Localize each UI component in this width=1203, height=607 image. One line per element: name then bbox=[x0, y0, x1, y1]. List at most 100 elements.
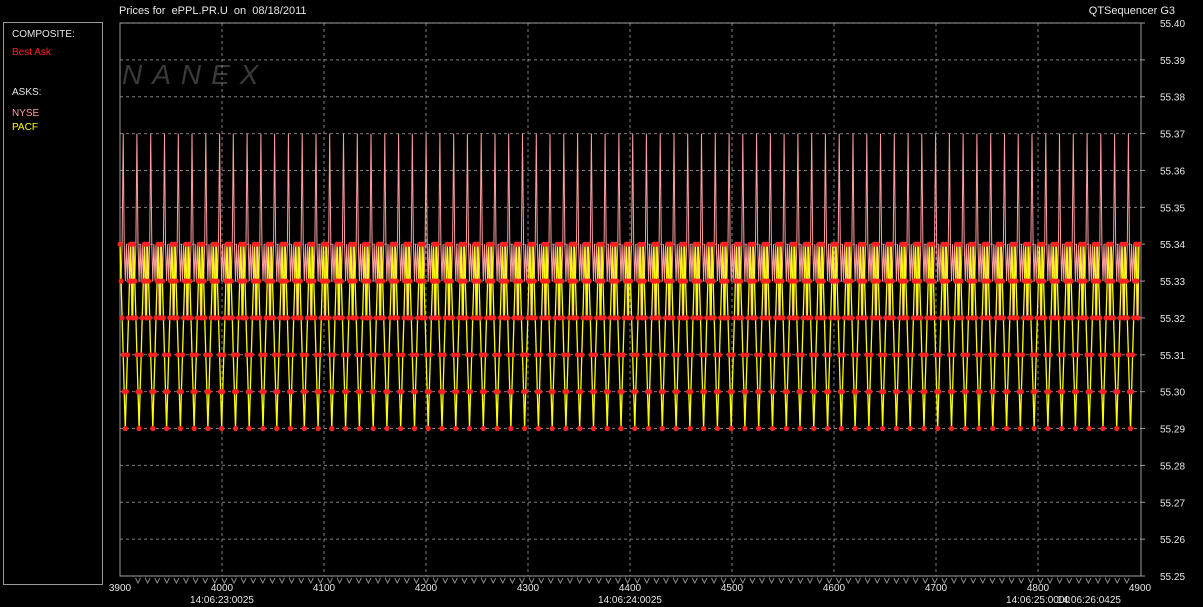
y-tick-label: 55.36 bbox=[1160, 166, 1185, 177]
best-ask-point bbox=[945, 315, 951, 321]
best-ask-point bbox=[793, 278, 799, 284]
best-ask-point bbox=[729, 389, 735, 395]
best-ask-point bbox=[150, 425, 156, 432]
x-minor-tick bbox=[576, 577, 583, 585]
best-ask-point bbox=[450, 315, 456, 321]
best-ask-point bbox=[998, 241, 1004, 247]
best-ask-point bbox=[138, 352, 144, 358]
best-ask-point bbox=[325, 278, 331, 284]
x-minor-tick bbox=[672, 577, 679, 585]
x-minor-tick bbox=[451, 577, 458, 585]
best-ask-point bbox=[386, 352, 392, 358]
best-ask-point bbox=[297, 278, 303, 284]
best-ask-point bbox=[854, 352, 860, 358]
best-ask-point bbox=[918, 315, 924, 321]
x-minor-tick bbox=[893, 577, 900, 585]
best-ask-point bbox=[329, 425, 335, 432]
time-label: 14:06:24:0025 bbox=[598, 595, 662, 606]
best-ask-point bbox=[930, 278, 937, 284]
best-ask-point bbox=[187, 278, 193, 284]
best-ask-point bbox=[312, 315, 318, 321]
x-tick-label: 4300 bbox=[517, 583, 540, 594]
best-ask-point bbox=[482, 352, 488, 358]
best-ask-point bbox=[826, 389, 832, 395]
best-ask-point bbox=[957, 241, 963, 247]
best-ask-point bbox=[468, 389, 474, 395]
y-tick-label: 55.33 bbox=[1160, 277, 1185, 288]
best-ask-point bbox=[987, 315, 993, 321]
best-ask-point bbox=[165, 389, 171, 395]
best-ask-point bbox=[964, 352, 971, 358]
best-ask-point bbox=[177, 425, 183, 432]
best-ask-point bbox=[619, 389, 625, 395]
x-minor-tick bbox=[845, 577, 852, 585]
best-ask-point bbox=[275, 389, 281, 395]
best-ask-point bbox=[235, 352, 241, 358]
best-ask-point bbox=[339, 315, 345, 321]
best-ask-point bbox=[670, 315, 676, 321]
best-ask-point bbox=[330, 389, 336, 395]
best-ask-point bbox=[345, 352, 351, 358]
best-ask-point bbox=[1102, 352, 1108, 358]
best-ask-point bbox=[158, 241, 164, 247]
x-minor-tick bbox=[778, 577, 785, 585]
best-ask-point bbox=[1006, 352, 1012, 358]
best-ask-point bbox=[490, 278, 496, 284]
x-minor-tick bbox=[1114, 577, 1121, 585]
best-ask-point bbox=[257, 315, 263, 321]
best-ask-point bbox=[213, 241, 219, 247]
best-ask-point bbox=[192, 389, 198, 395]
best-ask-point bbox=[599, 241, 605, 247]
best-ask-point bbox=[131, 241, 137, 247]
x-minor-tick bbox=[682, 577, 689, 585]
best-ask-point bbox=[779, 278, 785, 284]
best-ask-point bbox=[889, 278, 895, 284]
best-ask-point bbox=[797, 425, 803, 432]
best-ask-point bbox=[1069, 315, 1075, 321]
best-ask-point bbox=[827, 352, 833, 358]
best-ask-point bbox=[1095, 241, 1101, 247]
best-ask-point bbox=[1081, 241, 1087, 247]
best-ask-point bbox=[880, 425, 886, 432]
best-ask-point bbox=[728, 425, 734, 432]
x-minor-tick bbox=[691, 577, 698, 585]
best-ask-point bbox=[642, 315, 649, 321]
x-minor-tick bbox=[768, 577, 775, 585]
best-ask-point bbox=[384, 425, 390, 432]
x-minor-tick bbox=[471, 577, 477, 585]
best-ask-point bbox=[508, 425, 514, 432]
best-ask-point bbox=[489, 241, 495, 247]
best-ask-point bbox=[455, 352, 461, 358]
x-minor-tick bbox=[605, 577, 612, 585]
best-ask-point bbox=[524, 352, 530, 358]
best-ask-point bbox=[931, 315, 938, 321]
x-minor-tick bbox=[663, 577, 669, 585]
best-ask-point bbox=[867, 389, 873, 395]
best-ask-point bbox=[847, 241, 853, 247]
best-ask-point bbox=[765, 278, 771, 284]
best-ask-point bbox=[715, 389, 722, 395]
best-ask-point bbox=[626, 241, 633, 247]
best-ask-point bbox=[991, 389, 997, 395]
best-ask-point bbox=[495, 389, 501, 395]
best-ask-point bbox=[1017, 425, 1023, 432]
best-ask-point bbox=[551, 352, 557, 358]
best-ask-point bbox=[992, 352, 998, 358]
best-ask-point bbox=[516, 241, 522, 247]
best-ask-point bbox=[647, 389, 653, 395]
best-ask-point bbox=[206, 389, 212, 395]
best-ask-point bbox=[546, 315, 552, 321]
best-ask-point bbox=[976, 425, 982, 432]
best-ask-point bbox=[973, 315, 979, 321]
x-minor-tick bbox=[960, 577, 967, 585]
best-ask-point bbox=[852, 425, 858, 432]
best-ask-point bbox=[648, 352, 654, 358]
best-ask-point bbox=[366, 278, 372, 284]
best-ask-point bbox=[1047, 352, 1053, 358]
best-ask-point bbox=[408, 315, 414, 321]
best-ask-point bbox=[530, 241, 536, 247]
best-ask-point bbox=[1083, 315, 1089, 321]
best-ask-point bbox=[132, 278, 138, 284]
x-minor-tick bbox=[864, 577, 871, 585]
best-ask-point bbox=[243, 315, 249, 321]
